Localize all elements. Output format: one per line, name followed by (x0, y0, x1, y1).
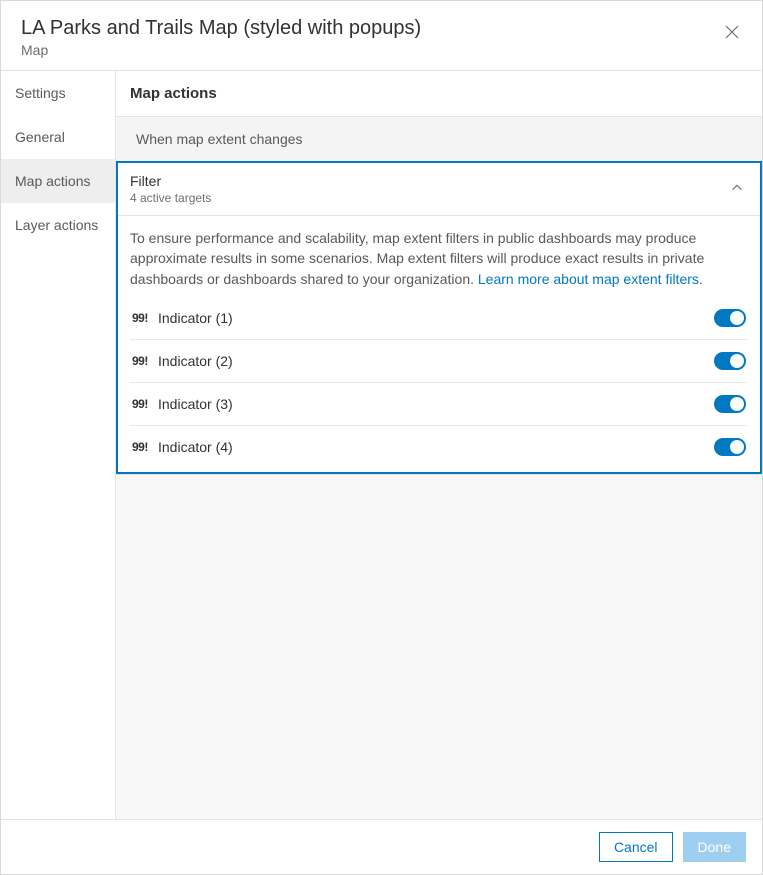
target-row: 99! Indicator (1) (130, 297, 748, 340)
tab-layer-actions[interactable]: Layer actions (1, 203, 115, 247)
target-toggle[interactable] (714, 309, 746, 327)
target-row: 99! Indicator (4) (130, 426, 748, 468)
target-label: Indicator (4) (154, 439, 714, 455)
target-row: 99! Indicator (3) (130, 383, 748, 426)
filter-body: To ensure performance and scalability, m… (118, 215, 760, 472)
indicator-icon: 99! (132, 440, 154, 454)
dialog-footer: Cancel Done (1, 819, 762, 874)
learn-more-link[interactable]: Learn more about map extent filters. (478, 271, 703, 287)
dialog-subtitle: Map (21, 42, 722, 58)
target-toggle[interactable] (714, 395, 746, 413)
main-title: Map actions (116, 71, 762, 116)
close-button[interactable] (722, 23, 742, 43)
chevron-up-icon (730, 181, 744, 198)
dialog-body: Settings General Map actions Layer actio… (1, 71, 762, 819)
sidebar: Settings General Map actions Layer actio… (1, 71, 116, 819)
close-icon (724, 24, 740, 43)
filter-panel: Filter 4 active targets To ensure perfor… (116, 161, 762, 474)
dialog-header: LA Parks and Trails Map (styled with pop… (1, 1, 762, 71)
tab-settings[interactable]: Settings (1, 71, 115, 115)
filter-header[interactable]: Filter 4 active targets (118, 163, 760, 215)
dialog-title: LA Parks and Trails Map (styled with pop… (21, 17, 722, 40)
tab-general[interactable]: General (1, 115, 115, 159)
filter-notice: To ensure performance and scalability, m… (130, 228, 748, 289)
target-row: 99! Indicator (2) (130, 340, 748, 383)
done-button[interactable]: Done (683, 832, 746, 862)
trigger-bar: When map extent changes (116, 116, 762, 161)
header-text: LA Parks and Trails Map (styled with pop… (21, 17, 722, 58)
cancel-button[interactable]: Cancel (599, 832, 673, 862)
tab-map-actions[interactable]: Map actions (1, 159, 115, 203)
main-panel: Map actions When map extent changes Filt… (116, 71, 762, 819)
configure-map-dialog: LA Parks and Trails Map (styled with pop… (0, 0, 763, 875)
indicator-icon: 99! (132, 311, 154, 325)
filter-subtitle: 4 active targets (130, 191, 730, 205)
filter-title: Filter (130, 173, 730, 189)
content-remainder (116, 474, 762, 819)
target-label: Indicator (1) (154, 310, 714, 326)
target-label: Indicator (2) (154, 353, 714, 369)
indicator-icon: 99! (132, 354, 154, 368)
target-toggle[interactable] (714, 438, 746, 456)
target-toggle[interactable] (714, 352, 746, 370)
indicator-icon: 99! (132, 397, 154, 411)
target-label: Indicator (3) (154, 396, 714, 412)
